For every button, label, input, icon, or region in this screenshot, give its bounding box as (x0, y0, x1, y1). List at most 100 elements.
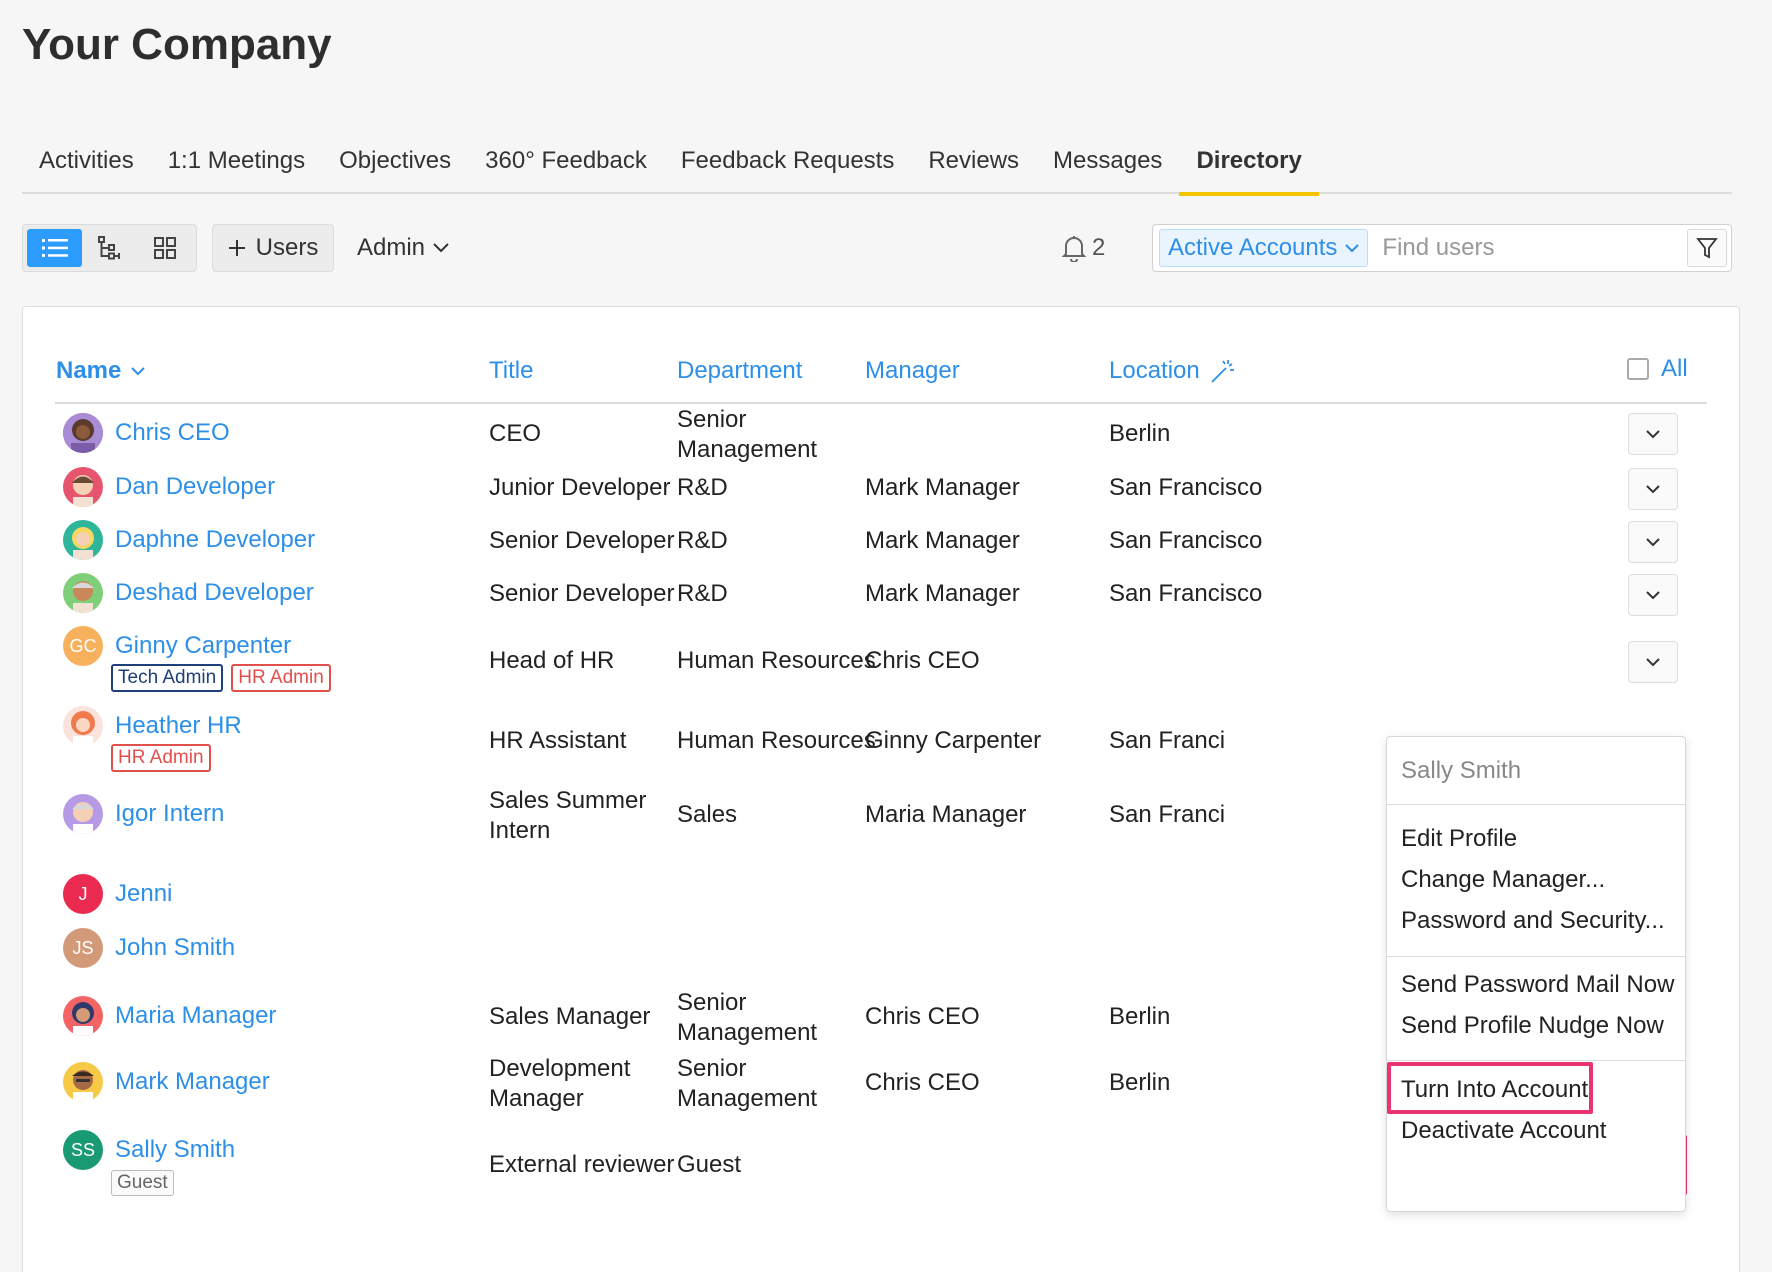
user-name-link[interactable]: Heather HR (115, 712, 242, 740)
menu-item-edit-profile[interactable]: Edit Profile (1401, 824, 1517, 854)
cell-title: Sales Manager (489, 1003, 651, 1030)
avatar-illustration-icon (63, 996, 103, 1036)
cell-department: Senior Management (677, 406, 818, 463)
column-header-manager[interactable]: Manager (865, 357, 960, 385)
search-filter-box: Active Accounts (1152, 224, 1732, 272)
avatar: J (63, 874, 103, 914)
tab-feedback-requests[interactable]: Feedback Requests (664, 128, 911, 194)
avatar (63, 520, 103, 560)
add-users-button[interactable]: Users (212, 224, 334, 272)
row-actions-button[interactable] (1628, 413, 1678, 455)
user-name-link[interactable]: John Smith (115, 934, 235, 962)
chevron-down-icon (1646, 657, 1660, 666)
avatar (63, 467, 103, 507)
row-actions-button[interactable] (1628, 521, 1678, 563)
cell-location: San Francisco (1109, 580, 1263, 607)
grid-view-button[interactable] (137, 229, 192, 267)
filter-button[interactable] (1687, 229, 1727, 267)
avatar: JS (63, 928, 103, 968)
row-actions-button[interactable] (1628, 468, 1678, 510)
column-header-name[interactable]: Name (56, 357, 146, 385)
cell-manager: Maria Manager (865, 801, 1027, 828)
bell-icon (1062, 236, 1086, 262)
notifications-button[interactable]: 2 (1062, 224, 1105, 272)
column-header-department[interactable]: Department (677, 357, 802, 385)
guest-badge: Guest (111, 1170, 174, 1196)
table-row: Dan Developer Junior Developer R&D Mark … (23, 465, 1739, 518)
column-name-label: Name (56, 357, 122, 384)
menu-header: Sally Smith (1387, 737, 1685, 805)
menu-item-turn-into-account[interactable]: Turn Into Account (1401, 1075, 1588, 1105)
find-users-input[interactable] (1382, 234, 1673, 262)
tab-messages[interactable]: Messages (1036, 128, 1179, 194)
org-chart-view-button[interactable] (82, 229, 137, 267)
avatar (63, 794, 103, 834)
hr-admin-badge: HR Admin (111, 744, 211, 772)
tab-directory[interactable]: Directory (1179, 128, 1320, 196)
chevron-down-icon (1646, 429, 1660, 438)
cell-manager: Mark Manager (865, 580, 1020, 607)
role-badges: Tech Admin HR Admin (111, 664, 331, 692)
row-actions-button[interactable] (1628, 574, 1678, 616)
page-title: Your Company (22, 20, 332, 69)
cell-department: R&D (677, 580, 728, 607)
user-name-link[interactable]: Igor Intern (115, 800, 224, 828)
user-name-link[interactable]: Maria Manager (115, 1002, 276, 1030)
menu-item-change-manager[interactable]: Change Manager... (1401, 865, 1605, 895)
user-name-link[interactable]: Daphne Developer (115, 526, 315, 554)
avatar (63, 706, 103, 746)
menu-divider (1387, 1060, 1685, 1061)
user-name-link[interactable]: Ginny Carpenter (115, 632, 291, 660)
cell-location: Berlin (1109, 420, 1171, 447)
user-name-link[interactable]: Deshad Developer (115, 579, 314, 607)
tab-meetings[interactable]: 1:1 Meetings (151, 128, 322, 194)
account-status-select[interactable]: Active Accounts (1159, 229, 1369, 267)
column-header-title[interactable]: Title (489, 357, 533, 385)
cell-title: Junior Developer (489, 474, 671, 501)
chevron-down-icon (1646, 537, 1660, 546)
chevron-down-icon (1345, 243, 1360, 252)
role-badges: HR Admin (111, 744, 211, 772)
funnel-icon (1696, 238, 1718, 259)
tab-activities[interactable]: Activities (22, 128, 151, 194)
org-chart-icon (97, 236, 120, 260)
select-all-checkbox[interactable] (1627, 358, 1649, 380)
hr-admin-badge: HR Admin (231, 664, 331, 692)
cell-manager: Ginny Carpenter (865, 727, 1042, 754)
user-name-link[interactable]: Sally Smith (115, 1136, 235, 1164)
cell-department: Sales (677, 801, 738, 828)
avatar (63, 1062, 103, 1102)
chevron-down-icon (1646, 590, 1660, 599)
menu-item-password-security[interactable]: Password and Security... (1401, 906, 1665, 936)
user-name-link[interactable]: Chris CEO (115, 419, 230, 447)
user-name-link[interactable]: Jenni (115, 880, 172, 908)
avatar-illustration-icon (63, 520, 103, 560)
select-all-toggle[interactable]: All (1627, 355, 1688, 383)
add-users-label: Users (255, 234, 319, 261)
menu-item-send-password-mail[interactable]: Send Password Mail Now (1401, 970, 1674, 1000)
admin-dropdown[interactable]: Admin (357, 224, 449, 272)
role-badges: Guest (111, 1170, 174, 1196)
tab-reviews[interactable]: Reviews (911, 128, 1036, 194)
cell-title: Senior Developer (489, 527, 675, 554)
menu-item-deactivate-account[interactable]: Deactivate Account (1401, 1116, 1606, 1146)
row-actions-button[interactable] (1628, 641, 1678, 683)
magic-wand-icon[interactable] (1210, 358, 1236, 384)
tab-360-feedback[interactable]: 360° Feedback (468, 128, 664, 194)
cell-title: CEO (489, 420, 542, 447)
list-view-button[interactable] (27, 229, 82, 267)
list-view-icon (41, 239, 68, 257)
avatar: SS (63, 1130, 103, 1170)
cell-title: HR Assistant (489, 727, 627, 754)
column-header-location[interactable]: Location (1109, 357, 1236, 385)
cell-title: Head of HR (489, 647, 615, 674)
toolbar: Users Admin 2 Active Accounts (22, 224, 1732, 274)
tab-objectives[interactable]: Objectives (322, 128, 468, 194)
menu-item-send-profile-nudge[interactable]: Send Profile Nudge Now (1401, 1011, 1664, 1041)
avatar-illustration-icon (63, 706, 103, 746)
user-name-link[interactable]: Dan Developer (115, 473, 275, 501)
cell-location: San Francisco (1109, 474, 1263, 501)
cell-location: Berlin (1109, 1003, 1171, 1030)
user-name-link[interactable]: Mark Manager (115, 1068, 270, 1096)
table-row: Deshad Developer Senior Developer R&D Ma… (23, 571, 1739, 624)
